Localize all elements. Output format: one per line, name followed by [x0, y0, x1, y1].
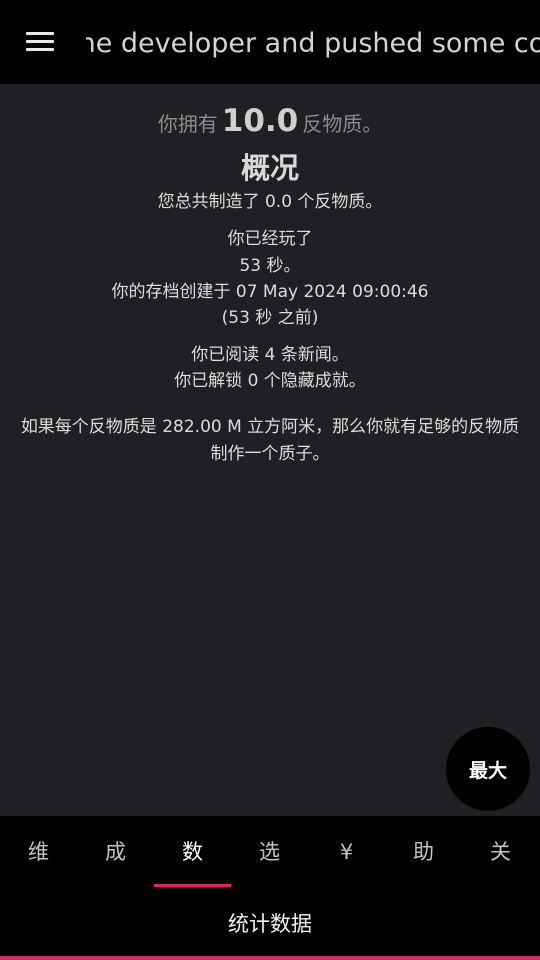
antimatter-prefix: 你拥有 [157, 112, 218, 136]
news-ticker[interactable]: the developer and pushed some cod [86, 22, 540, 66]
active-tab-indicator [154, 884, 231, 887]
news-read-count: 你已阅读 4 条新闻。 [191, 345, 349, 365]
save-created-date: 你的存档创建于 07 May 2024 09:00:46 [111, 282, 429, 302]
menu-line [26, 48, 54, 51]
tab-shop[interactable]: ¥ [308, 816, 385, 888]
statistics-title: 概况 [240, 151, 299, 185]
hamburger-menu-icon[interactable] [26, 30, 56, 54]
antimatter-amount-line: 你拥有 10.0 反物质。 [0, 96, 540, 149]
antimatter-amount: 10.0 [221, 103, 299, 139]
time-played-label: 你已经玩了 [227, 229, 313, 249]
menu-line [26, 32, 54, 35]
top-bar: the developer and pushed some cod [0, 0, 540, 84]
time-played-value: 53 秒。 [239, 256, 301, 276]
main-tab-bar: 维 成 数 选 ¥ 助 关 [0, 816, 540, 888]
menu-line [26, 40, 54, 43]
tab-help[interactable]: 助 [385, 816, 462, 888]
tab-statistics[interactable]: 数 [154, 816, 231, 888]
tab-dimensions[interactable]: 维 [0, 816, 77, 888]
volume-comparison-line-1: 如果每个反物质是 282.00 M 立方阿米，那么你就有足够的反物质 [20, 417, 520, 437]
antimatter-suffix: 反物质。 [302, 112, 383, 136]
total-antimatter-produced: 您总共制造了 0.0 个反物质。 [157, 192, 383, 212]
subtab-statistics[interactable]: 统计数据 [0, 888, 540, 958]
subtab-indicator [0, 956, 540, 960]
tab-achievements[interactable]: 成 [77, 816, 154, 888]
volume-comparison-line-2: 制作一个质子。 [210, 444, 330, 464]
secret-achievements-count: 你已解锁 0 个隐藏成就。 [174, 371, 366, 391]
save-created-ago: (53 秒 之前) [221, 308, 319, 328]
sub-tab-bar: 统计数据 [0, 888, 540, 960]
tab-about[interactable]: 关 [462, 816, 539, 888]
max-all-button[interactable]: 最大 [446, 727, 530, 811]
news-ticker-text: the developer and pushed some cod [86, 28, 540, 59]
tab-options[interactable]: 选 [231, 816, 308, 888]
